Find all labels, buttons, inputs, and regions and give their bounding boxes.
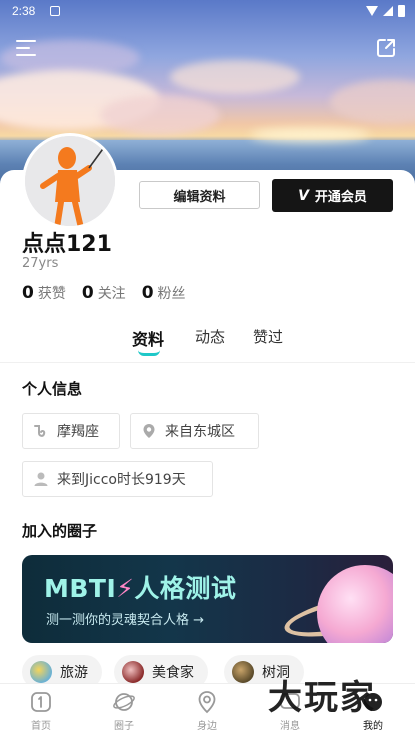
vip-icon: V [298, 187, 309, 204]
user-icon [34, 472, 48, 486]
banner-title: MBTI⚡人格测试 [44, 574, 237, 603]
lightning-icon: ⚡ [116, 574, 135, 603]
notification-icon [50, 6, 60, 16]
planet-icon [113, 693, 135, 711]
profile-stats: 0 获赞 0 关注 0 粉丝 [22, 283, 186, 303]
mbti-banner[interactable]: MBTI⚡人格测试 测一测你的灵魂契合人格 → [22, 555, 393, 643]
zodiac-icon [34, 425, 46, 437]
profile-age: 27yrs [22, 256, 59, 271]
home-icon [31, 692, 51, 712]
planet-decoration [317, 565, 393, 643]
vip-label: 开通会员 [314, 190, 367, 205]
battery-icon [398, 5, 405, 17]
nav-home[interactable]: 首页 [11, 690, 71, 732]
profile-name: 点点121 [22, 232, 112, 257]
stat-followers[interactable]: 0 粉丝 [142, 283, 186, 303]
location-chip: 来自东城区 [130, 413, 259, 449]
avatar[interactable] [22, 133, 118, 229]
location-icon [143, 424, 155, 438]
edit-profile-label: 编辑资料 [173, 189, 226, 205]
signal-icon [383, 6, 393, 16]
share-icon[interactable] [376, 38, 396, 58]
tab-indicator [138, 350, 160, 356]
nav-circles[interactable]: 圈子 [94, 690, 154, 732]
circle-travel-avatar [30, 661, 52, 683]
status-bar: 2:38 [0, 0, 415, 22]
banner-subtitle: 测一测你的灵魂契合人格 → [46, 613, 205, 628]
location-pin-icon [198, 691, 216, 714]
tab-posts[interactable]: 动态 [195, 326, 225, 347]
watermark-logo: 大玩家 [268, 678, 376, 718]
tab-profile-info[interactable]: 资料 [132, 326, 164, 350]
tab-liked[interactable]: 赞过 [253, 326, 283, 347]
stat-following[interactable]: 0 关注 [82, 283, 126, 303]
personal-info-title: 个人信息 [22, 380, 83, 398]
wifi-icon [366, 6, 378, 16]
edit-profile-button[interactable]: 编辑资料 [139, 181, 260, 209]
stat-likes[interactable]: 0 获赞 [22, 283, 66, 303]
circle-food-avatar [122, 661, 144, 683]
member-duration-chip: 来到Jicco时长919天 [22, 461, 213, 497]
status-time: 2:38 [12, 4, 36, 18]
vip-button[interactable]: V 开通会员 [272, 179, 393, 212]
menu-icon[interactable] [16, 40, 36, 56]
divider [0, 362, 415, 363]
zodiac-chip: 摩羯座 [22, 413, 120, 449]
profile-tabs: 资料 动态 赞过 [0, 326, 415, 362]
nav-nearby[interactable]: 身边 [177, 690, 237, 732]
circles-title: 加入的圈子 [22, 522, 98, 540]
circle-treehole-avatar [232, 661, 254, 683]
